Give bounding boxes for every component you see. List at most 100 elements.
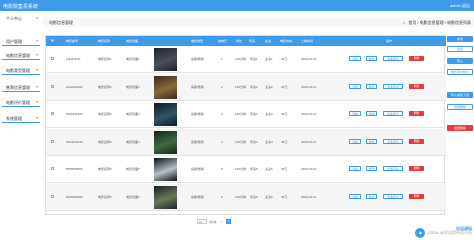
cell-cover-text: 电影封面1 (126, 57, 140, 61)
view-button[interactable]: 详情 (349, 138, 361, 144)
cell-date: 2022-03-10 (301, 57, 317, 61)
breadcrumb-path[interactable]: 首页 / 电影信息管理 / 电影信息列表 (408, 20, 471, 25)
cell-actor: 主演1 (265, 57, 273, 61)
delete-button[interactable]: 删除 (409, 56, 424, 61)
batch-delete-button[interactable]: 批量删除 (447, 125, 473, 131)
movie-poster (154, 185, 177, 209)
cell-date: 2022-03-10 (301, 84, 317, 89)
export-button[interactable]: 导出 (447, 46, 473, 52)
prev-page-button[interactable]: < (221, 220, 223, 224)
view-reviews-button[interactable]: 查看评论 (383, 193, 403, 199)
total-count: 共6条 (209, 220, 217, 224)
delete-button[interactable]: 删除 (409, 83, 424, 89)
cell-code: 6666666666 (66, 194, 83, 199)
col-price: 电影价格 (280, 39, 293, 43)
sidebar-item-reviews[interactable]: 电影评价管理 ▾ (2, 98, 40, 107)
chevron-down-icon: ▾ (36, 53, 38, 57)
edit-button[interactable]: 修改 (366, 193, 377, 199)
edit-button[interactable]: 修改 (366, 111, 377, 116)
cell-name: 电影名称6 (98, 194, 112, 199)
edit-button[interactable]: 修改 (366, 166, 377, 171)
view-button[interactable]: 详情 (349, 166, 361, 171)
cell-actor: 主演5 (265, 167, 273, 171)
view-reviews-button[interactable]: 查看评论 (383, 138, 403, 144)
cell-director: 导演1 (250, 57, 258, 61)
cell-name: 电影名称2 (98, 84, 112, 89)
cell-duration: 120分钟 (235, 167, 247, 171)
cell-cover-text: 电影封面3 (126, 112, 140, 116)
view-button[interactable]: 详情 (349, 83, 361, 89)
row-checkbox[interactable] (51, 167, 54, 170)
select-all-checkbox[interactable] (51, 39, 54, 42)
row-checkbox[interactable] (51, 139, 54, 143)
sidebar-item-system[interactable]: 系统管理 ▾ (2, 114, 40, 123)
row-checkbox[interactable] (51, 112, 54, 115)
row-checkbox[interactable] (51, 84, 54, 88)
cell-director: 导演4 (250, 139, 258, 144)
delete-button[interactable]: 删除 (409, 111, 424, 116)
add-button[interactable]: 新增 (447, 36, 473, 42)
sidebar-item-users[interactable]: 用户管理 ▾ (2, 37, 40, 46)
chevron-down-icon: ▾ (36, 85, 38, 89)
movie-poster (154, 103, 177, 126)
sidebar-item-profile[interactable]: 个人中心 ▾ (2, 14, 40, 23)
page-size-select[interactable]: 10 (197, 219, 207, 224)
cell-duration: 120分钟 (235, 84, 247, 89)
col-cover: 电影封面 (126, 39, 139, 43)
edit-button[interactable]: 修改 (366, 83, 377, 89)
view-button[interactable]: 详情 (349, 193, 361, 199)
movie-poster (154, 48, 177, 71)
delete-button[interactable]: 删除 (409, 138, 424, 144)
sidebar: 个人中心 ▾ 用户管理 ▾ 电影信息管理 ▾ 电影类型管理 ▾ 售票信息管理 ▾… (0, 11, 42, 240)
cell-price: 45元 (281, 57, 288, 61)
chevron-down-icon: ▾ (36, 39, 38, 43)
chevron-down-icon: ▾ (36, 100, 38, 104)
cell-cover-text: 电影封面4 (126, 139, 140, 144)
view-reviews-button[interactable]: 查看评论 (383, 111, 403, 116)
sidebar-item-movies[interactable]: 电影信息管理 ▾ (2, 51, 40, 60)
edit-button[interactable]: 修改 (366, 56, 377, 61)
view-button[interactable]: 详情 (349, 111, 361, 116)
cell-date: 2022-03-10 (301, 139, 317, 144)
cell-price: 45元 (281, 84, 288, 89)
cell-duration: 120分钟 (235, 57, 247, 61)
sidebar-item-label: 电影信息管理 (6, 53, 30, 58)
cell-price: 45元 (281, 139, 288, 144)
import-button[interactable]: 导入 (447, 58, 473, 64)
cell-director: 导演2 (250, 84, 258, 89)
sidebar-item-tickets[interactable]: 售票信息管理 ▾ (2, 83, 40, 92)
batch-action-button[interactable]: 批量删除 (447, 104, 473, 110)
stats-button[interactable]: 电影评价统计 (447, 69, 473, 75)
breadcrumb-bar: 电影信息管理 ⌂ 首页 / 电影信息管理 / 电影信息列表 (43, 17, 474, 27)
row-checkbox[interactable] (51, 57, 54, 60)
sidebar-item-movie-types[interactable]: 电影类型管理 ▾ (2, 66, 40, 75)
table-row: 3333333333 电影名称3 电影封面3 喜剧/剧情 3 120分钟 导演3 主演3 45元… (46, 101, 446, 128)
cell-type: 喜剧/剧情 (191, 139, 204, 144)
view-reviews-button[interactable]: 查看评论 (383, 56, 403, 61)
cell-duration: 120分钟 (235, 194, 247, 199)
cell-actor: 主演6 (265, 194, 273, 199)
cell-director: 导演5 (250, 167, 258, 171)
row-checkbox[interactable] (51, 194, 54, 198)
view-reviews-button[interactable]: 查看评论 (383, 83, 403, 89)
cell-hall: 6 (221, 194, 223, 199)
edit-button[interactable]: 修改 (366, 138, 377, 144)
current-page[interactable]: 1 (226, 219, 231, 224)
movie-poster (154, 158, 177, 181)
cell-name: 电影名称3 (98, 112, 112, 116)
sidebar-item-label: 用户管理 (6, 39, 22, 44)
cell-code: 5555555555 (66, 167, 83, 171)
movie-poster (154, 75, 177, 99)
chevron-down-icon: ▾ (36, 116, 38, 120)
user-menu[interactable]: admin 退出 (450, 3, 470, 9)
delete-button[interactable]: 删除 (409, 193, 424, 199)
home-icon[interactable]: ⌂ (402, 20, 405, 25)
chevron-down-icon: ▾ (36, 16, 38, 20)
cell-date: 2022-03-10 (301, 112, 317, 116)
col-actions: 操作 (386, 39, 393, 43)
delete-button[interactable]: 删除 (409, 166, 424, 171)
view-button[interactable]: 详情 (349, 56, 361, 61)
template-download-button[interactable]: 导入模板下载 (447, 92, 473, 98)
view-reviews-button[interactable]: 查看评论 (383, 166, 403, 171)
cell-hall: 4 (221, 139, 223, 144)
